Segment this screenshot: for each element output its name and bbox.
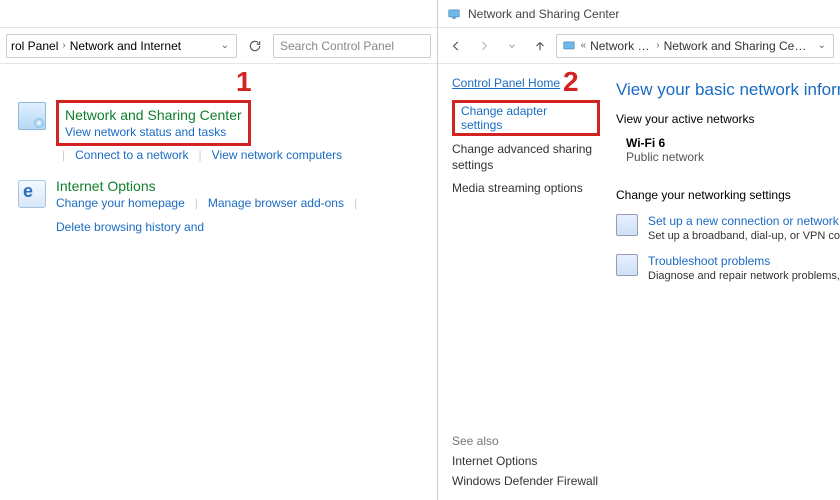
window-title: Network and Sharing Center: [468, 7, 619, 21]
refresh-button[interactable]: [243, 34, 267, 58]
annotation-number-1: 1: [236, 66, 252, 98]
network-center-titlebar-icon: [446, 6, 462, 22]
delete-history-link[interactable]: Delete browsing history and: [56, 220, 204, 234]
right-sidebar: Control Panel Home Change adapter settin…: [438, 70, 608, 500]
change-homepage-link[interactable]: Change your homepage: [56, 196, 185, 210]
back-button[interactable]: [444, 34, 468, 58]
annotation-number-2: 2: [563, 66, 579, 98]
view-network-status-link[interactable]: View network status and tasks: [65, 125, 226, 139]
task-setup-connection[interactable]: Set up a new connection or network Set u…: [616, 214, 836, 242]
left-breadcrumb[interactable]: rol Panel › Network and Internet ⌄: [6, 34, 237, 58]
change-adapter-settings-link[interactable]: Change adapter settings: [461, 104, 591, 132]
network-sharing-icon: [18, 102, 46, 130]
right-breadcrumb[interactable]: « Network a... › Network and Sharing Cen…: [556, 34, 834, 58]
network-type: Public network: [626, 150, 836, 164]
chevron-right-icon: ›: [656, 40, 659, 51]
crumb-parent[interactable]: Network a...: [590, 39, 652, 53]
breadcrumb-dropdown-icon[interactable]: ⌄: [218, 40, 232, 51]
network-name: Wi-Fi 6: [626, 136, 836, 150]
highlight-box-2: Change adapter settings: [452, 100, 600, 136]
change-settings-header: Change your networking settings: [616, 188, 836, 202]
setup-connection-desc: Set up a broadband, dial-up, or VPN conn…: [648, 230, 840, 242]
see-also-defender-firewall[interactable]: Windows Defender Firewall: [452, 474, 600, 488]
task-troubleshoot[interactable]: Troubleshoot problems Diagnose and repai…: [616, 254, 836, 282]
search-placeholder: Search Control Panel: [280, 39, 394, 53]
internet-options-icon: [18, 180, 46, 208]
right-navbar: « Network a... › Network and Sharing Cen…: [438, 28, 840, 64]
forward-button[interactable]: [472, 34, 496, 58]
main-heading: View your basic network information and: [616, 80, 836, 100]
crumb-root[interactable]: rol Panel: [11, 39, 58, 53]
crumb-current[interactable]: Network and Sharing Center: [664, 39, 811, 53]
view-network-computers-link[interactable]: View network computers: [212, 148, 343, 162]
active-networks-header: View your active networks: [616, 112, 836, 126]
highlight-box-1: Network and Sharing Center View network …: [56, 100, 251, 146]
up-button[interactable]: [528, 34, 552, 58]
breadcrumb-icon: [561, 38, 577, 54]
left-titlebar: [0, 0, 437, 28]
crumb-network-internet[interactable]: Network and Internet: [70, 39, 181, 53]
left-address-bar: rol Panel › Network and Internet ⌄ Searc…: [0, 28, 437, 64]
internet-options-link[interactable]: Internet Options: [56, 178, 427, 194]
chevron-right-icon: ›: [62, 40, 65, 51]
right-titlebar: Network and Sharing Center: [438, 0, 840, 28]
connect-network-link[interactable]: Connect to a network: [75, 148, 188, 162]
manage-addons-link[interactable]: Manage browser add-ons: [208, 196, 344, 210]
right-main-content: View your basic network information and …: [608, 70, 840, 500]
recent-dropdown[interactable]: [500, 34, 524, 58]
see-also-internet-options[interactable]: Internet Options: [452, 454, 600, 468]
troubleshoot-link[interactable]: Troubleshoot problems: [648, 254, 840, 268]
change-advanced-sharing-link[interactable]: Change advanced sharing settings: [452, 142, 600, 173]
troubleshoot-desc: Diagnose and repair network problems, or…: [648, 270, 840, 282]
chevron-icon: «: [581, 40, 587, 51]
see-also-section: See also Internet Options Windows Defend…: [452, 434, 600, 494]
troubleshoot-icon: [616, 254, 638, 276]
search-input[interactable]: Search Control Panel: [273, 34, 431, 58]
network-sharing-center-link[interactable]: Network and Sharing Center: [65, 107, 242, 123]
see-also-header: See also: [452, 434, 600, 448]
setup-connection-icon: [616, 214, 638, 236]
media-streaming-link[interactable]: Media streaming options: [452, 181, 600, 197]
setup-connection-link[interactable]: Set up a new connection or network: [648, 214, 840, 228]
breadcrumb-dropdown-icon[interactable]: ⌄: [815, 40, 829, 51]
